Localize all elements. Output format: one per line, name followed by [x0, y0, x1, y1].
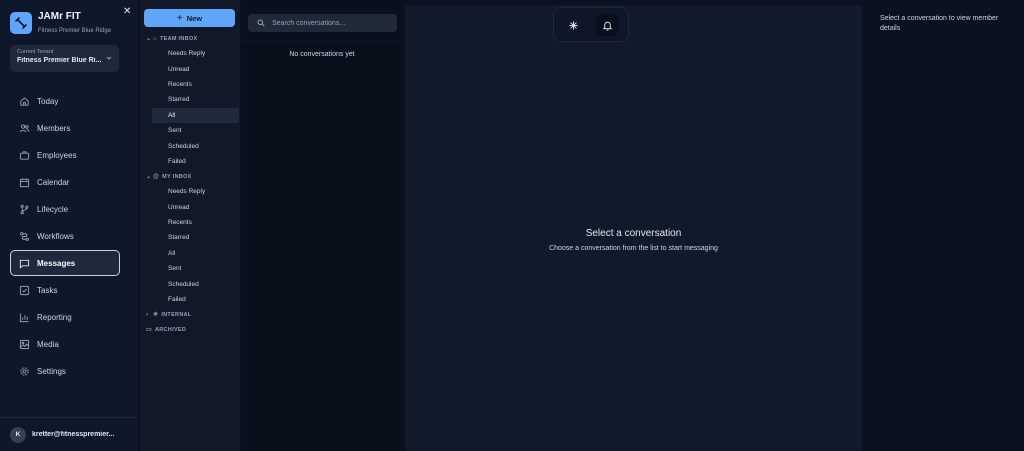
branch-icon [20, 204, 29, 214]
tenant-label: Current Tenant [17, 49, 54, 55]
home-icon [20, 96, 29, 106]
chevron-right-icon: › [146, 311, 149, 318]
checkbox-icon [19, 285, 30, 295]
brand: JAMr FIT Fitness Premier Blue Ridge [10, 10, 120, 40]
sidebar-item-employees[interactable]: Employees [10, 142, 120, 168]
team-starred[interactable]: Starred [152, 92, 239, 107]
sidebar: JAMr FIT Fitness Premier Blue Ridge ✕ Cu… [0, 0, 137, 451]
team-recents[interactable]: Recents [152, 77, 239, 92]
new-button-label: New [186, 13, 203, 23]
gear-icon [20, 366, 29, 376]
team-all[interactable]: All [152, 107, 239, 123]
dumbbell-logo-icon [10, 12, 32, 34]
message-icon [19, 259, 30, 269]
chevron-down-icon [106, 56, 112, 60]
archive-icon: ▭ [146, 327, 152, 334]
section-title: INTERNAL [161, 311, 192, 318]
message-panel: Select a conversation Choose a conversat… [405, 5, 862, 451]
team-failed[interactable]: Failed [152, 154, 239, 169]
sidebar-item-label: Calendar [37, 177, 70, 187]
avatar: K [10, 426, 26, 443]
sidebar-item-today[interactable]: Today [10, 88, 120, 114]
users-icon [19, 124, 30, 132]
workflow-icon [20, 231, 29, 241]
empty-state-title: Select a conversation [585, 228, 682, 239]
section-internal[interactable]: › ✳ INTERNAL [140, 307, 239, 322]
conversation-list: Search conversations... No conversations… [241, 0, 403, 451]
member-details-placeholder: Select a conversation to view member det… [880, 15, 999, 32]
empty-state-subtitle: Choose a conversation from the list to s… [549, 245, 718, 252]
calendar-icon [19, 177, 30, 187]
brand-name: JAMr FIT [38, 11, 81, 22]
home-icon: ⌂ [153, 35, 157, 42]
search-placeholder: Search conversations... [272, 19, 346, 27]
inbox-list: ⌄ ⌂ TEAM INBOX Needs Reply Unread Recent… [140, 31, 239, 337]
sidebar-item-messages[interactable]: Messages [10, 250, 120, 276]
section-title: MY INBOX [162, 173, 192, 180]
sidebar-item-members[interactable]: Members [10, 115, 120, 141]
team-unread[interactable]: Unread [152, 61, 239, 76]
sidebar-item-label: Media [37, 339, 59, 349]
sidebar-item-label: Messages [37, 258, 76, 268]
inbox-folders: + New ⌄ ⌂ TEAM INBOX Needs Reply Unread R… [140, 0, 240, 451]
team-needs-reply[interactable]: Needs Reply [152, 46, 239, 61]
tenant-selector[interactable]: Current Tenant Fitness Premier Blue Ri..… [10, 45, 119, 72]
sidebar-item-label: Workflows [37, 231, 74, 241]
sparkle-icon [568, 20, 578, 30]
sparkle-button[interactable] [562, 14, 584, 36]
section-title: TEAM INBOX [159, 35, 198, 42]
search-icon [257, 19, 265, 27]
divider [241, 41, 403, 42]
sidebar-item-label: Settings [37, 366, 66, 376]
image-icon [19, 339, 30, 349]
at-icon: @ [153, 173, 160, 180]
briefcase-icon [19, 150, 30, 160]
section-archived[interactable]: ▭ ARCHIVED [140, 322, 239, 337]
sidebar-item-label: Reporting [37, 312, 72, 322]
sidebar-item-reporting[interactable]: Reporting [10, 304, 120, 330]
member-details-panel: Select a conversation to view member det… [864, 0, 1024, 451]
user-menu[interactable]: K kretter@fitnesspremier... [0, 417, 137, 451]
tenant-name: Fitness Premier Blue Ri... [17, 57, 102, 64]
sidebar-item-label: Members [37, 123, 71, 133]
my-all[interactable]: All [152, 246, 239, 261]
user-email: kretter@fitnesspremier... [32, 431, 115, 438]
my-scheduled[interactable]: Scheduled [152, 276, 239, 291]
my-recents[interactable]: Recents [152, 215, 239, 230]
my-sent[interactable]: Sent [152, 261, 239, 276]
my-needs-reply[interactable]: Needs Reply [152, 184, 239, 199]
toolbar [553, 7, 629, 42]
team-scheduled[interactable]: Scheduled [152, 138, 239, 153]
sidebar-item-label: Tasks [37, 285, 58, 295]
chevron-down-icon: ⌄ [146, 174, 152, 181]
section-my-inbox[interactable]: ⌄ @ MY INBOX [140, 169, 239, 184]
sidebar-item-lifecycle[interactable]: Lifecycle [10, 196, 120, 222]
my-unread[interactable]: Unread [152, 200, 239, 215]
search-input[interactable]: Search conversations... [248, 14, 397, 32]
my-failed[interactable]: Failed [152, 292, 239, 307]
sparkle-icon: ✳ [153, 312, 159, 319]
sidebar-nav: Today Members Employees Calendar Lifecyc… [10, 88, 120, 385]
bell-icon [602, 21, 612, 31]
section-team-inbox[interactable]: ⌄ ⌂ TEAM INBOX [140, 31, 239, 46]
sidebar-item-settings[interactable]: Settings [10, 358, 120, 384]
chart-icon [19, 312, 29, 322]
sidebar-item-tasks[interactable]: Tasks [10, 277, 120, 303]
sidebar-item-label: Today [37, 96, 59, 106]
new-conversation-button[interactable]: + New [144, 9, 235, 27]
sidebar-item-calendar[interactable]: Calendar [10, 169, 120, 195]
plus-icon: + [176, 12, 183, 24]
sidebar-item-label: Lifecycle [37, 204, 69, 214]
sidebar-item-workflows[interactable]: Workflows [10, 223, 120, 249]
sidebar-item-label: Employees [37, 150, 77, 160]
chevron-down-icon: ⌄ [146, 36, 152, 42]
team-sent[interactable]: Sent [152, 123, 239, 138]
sidebar-item-media[interactable]: Media [10, 331, 120, 357]
section-title: ARCHIVED [154, 326, 187, 333]
my-starred[interactable]: Starred [152, 230, 239, 245]
notifications-button[interactable] [596, 14, 618, 36]
brand-subtitle: Fitness Premier Blue Ridge [38, 28, 112, 34]
empty-conversations-text: No conversations yet [289, 51, 355, 58]
close-sidebar-icon[interactable]: ✕ [123, 6, 131, 18]
